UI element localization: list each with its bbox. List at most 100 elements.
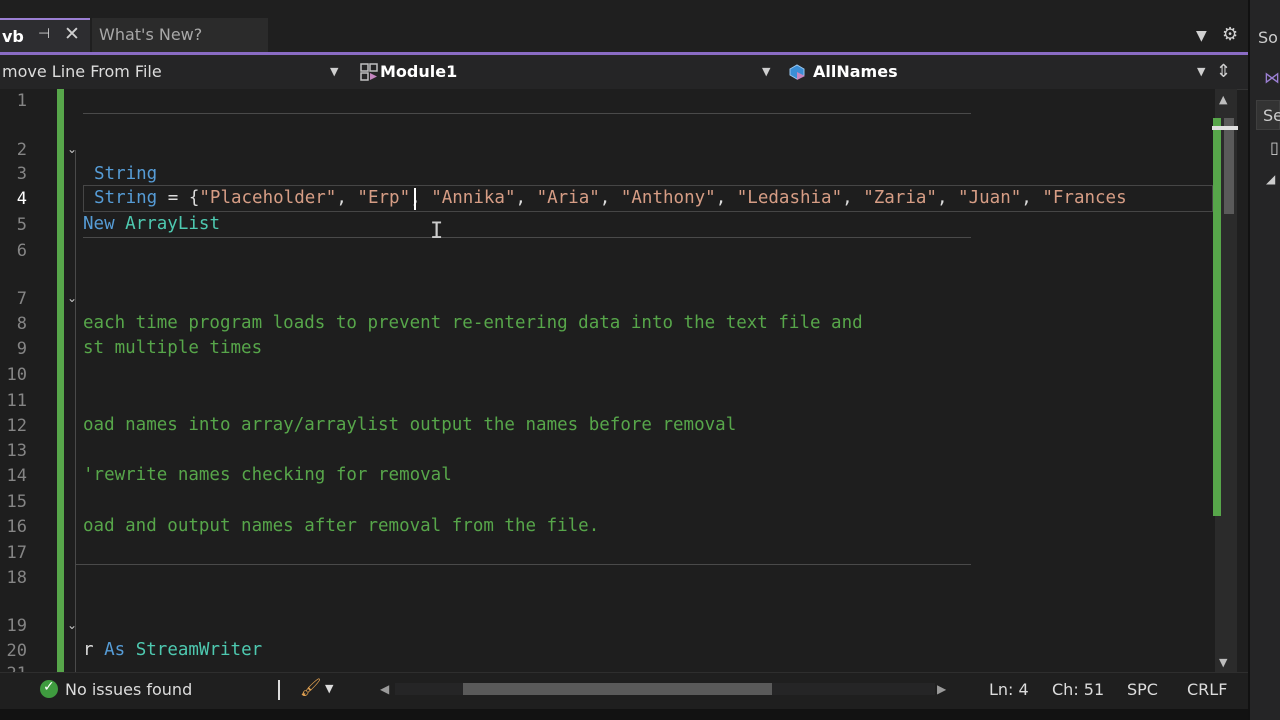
text-caret <box>414 188 416 210</box>
member-dropdown-label: AllNames <box>813 62 898 81</box>
chevron-down-icon: ▼ <box>1197 65 1206 78</box>
string-literal: "Placeholder" <box>199 188 337 208</box>
line-number: 16 <box>6 517 27 537</box>
comma: , <box>515 188 537 208</box>
member-dropdown[interactable]: AllNames ▼ <box>784 55 1212 89</box>
chevron-down-icon: ▼ <box>762 65 771 78</box>
string-literal: "Ledashia" <box>736 188 843 208</box>
line-number: 5 <box>16 215 27 235</box>
type-name: ArrayList <box>125 214 220 234</box>
code-line-5: New ArrayList <box>83 214 220 234</box>
line-number: 17 <box>6 543 27 563</box>
procedure-separator <box>83 113 971 114</box>
line-number: 18 <box>6 568 27 588</box>
tab-whats-new[interactable]: What's New? <box>92 18 268 52</box>
whitespace-indicator[interactable]: SPC <box>1127 680 1158 699</box>
line-number: 13 <box>6 441 27 461</box>
line-number: 20 <box>6 641 27 661</box>
new-keyword: New <box>83 214 115 234</box>
horizontal-scrollbar-thumb[interactable] <box>463 683 772 695</box>
string-literal: "Frances <box>1042 188 1127 208</box>
check-circle-icon[interactable]: ✓ <box>40 679 58 698</box>
line-number: 8 <box>16 314 27 334</box>
code-cleanup-brush-icon[interactable]: 🖌 <box>300 678 322 698</box>
expand-arrow-icon[interactable]: ◢ <box>1266 172 1275 186</box>
string-literal: "Erp" <box>357 188 411 208</box>
tab-module-vb[interactable]: vb ⊣ ✕ <box>0 18 90 52</box>
line-number: 14 <box>6 466 27 486</box>
status-divider <box>278 680 280 700</box>
string-literal: "Zaria" <box>863 188 937 208</box>
line-number: 12 <box>6 416 27 436</box>
fold-toggle-icon[interactable]: ⌄ <box>67 291 77 305</box>
code-comment: each time program loads to prevent re-en… <box>83 313 863 333</box>
module-icon <box>360 63 378 81</box>
line-indicator[interactable]: Ln: 4 <box>989 680 1029 699</box>
scroll-up-icon[interactable]: ▲ <box>1219 93 1227 106</box>
line-number: 2 <box>16 140 27 160</box>
fold-toggle-icon[interactable]: ⌄ <box>67 142 77 156</box>
line-ending-indicator[interactable]: CRLF <box>1187 680 1227 699</box>
type-name: StreamWriter <box>135 640 263 660</box>
line-number: 9 <box>16 339 27 359</box>
field-icon <box>789 64 805 80</box>
panel-search-input[interactable]: Se <box>1256 100 1280 130</box>
search-label: Se <box>1263 106 1280 125</box>
line-number-current: 4 <box>16 189 27 209</box>
line-number: 19 <box>6 616 27 636</box>
line-number: 1 <box>16 91 27 111</box>
code-comment: st multiple times <box>83 338 263 358</box>
tab-label: vb <box>2 27 24 46</box>
issues-status[interactable]: No issues found <box>65 680 192 699</box>
gear-icon[interactable]: ⚙ <box>1222 24 1238 45</box>
file-icon: ▯ <box>1270 138 1279 157</box>
string-literal: "Annika" <box>431 188 516 208</box>
line-number: 6 <box>16 241 27 261</box>
string-literal: "Juan" <box>958 188 1022 208</box>
code-comment: 'rewrite names checking for removal <box>83 465 452 485</box>
comma: , <box>715 188 737 208</box>
ibeam-cursor-icon: I <box>430 219 444 244</box>
vertical-scrollbar-thumb[interactable] <box>1224 118 1234 214</box>
module-dropdown[interactable]: Module1 ▼ <box>350 55 778 89</box>
project-dropdown-label: move Line From File <box>2 62 162 81</box>
comma: , <box>336 188 358 208</box>
comma: , <box>842 188 864 208</box>
scroll-down-icon[interactable]: ▼ <box>1219 656 1227 669</box>
type-keyword: String <box>94 188 158 208</box>
line-number: 10 <box>6 365 27 385</box>
string-literal: "Anthony" <box>620 188 716 208</box>
type-keyword: String <box>94 164 158 184</box>
fold-toggle-icon[interactable]: ⌄ <box>67 618 77 632</box>
panel-title: So <box>1258 28 1278 47</box>
line-number: 3 <box>16 164 27 184</box>
project-dropdown[interactable]: move Line From File ▼ <box>0 55 344 89</box>
tab-overflow-dropdown-icon[interactable]: ▼ <box>1196 28 1207 44</box>
split-window-icon[interactable]: ⇕ <box>1216 61 1231 82</box>
bottom-border <box>0 709 1248 720</box>
pin-icon[interactable]: ⊣ <box>38 26 50 42</box>
line-number: 7 <box>16 289 27 309</box>
as-keyword: As <box>104 640 126 660</box>
column-indicator[interactable]: Ch: 51 <box>1052 680 1104 699</box>
tab-label: What's New? <box>99 25 203 44</box>
string-literal: "Aria" <box>536 188 600 208</box>
code-comment: oad names into array/arraylist output th… <box>83 415 737 435</box>
scroll-left-icon[interactable]: ◀ <box>380 682 389 696</box>
code-line-20: r As StreamWriter <box>83 640 262 660</box>
code-editor[interactable] <box>0 89 1215 672</box>
chevron-down-icon: ▼ <box>330 65 339 78</box>
comma: , <box>599 188 621 208</box>
scroll-right-icon[interactable]: ▶ <box>937 682 946 696</box>
comma: , <box>936 188 959 208</box>
visual-studio-icon[interactable]: ⋈ <box>1264 68 1280 87</box>
comma: , <box>1021 188 1043 208</box>
assignment: = { <box>157 188 200 208</box>
code-line-4: String = {"Placeholder", "Erp", "Annika"… <box>94 188 1127 208</box>
scrollbar-caret-marker <box>1212 126 1238 130</box>
chevron-down-icon[interactable]: ▼ <box>325 682 333 695</box>
line-number: 11 <box>6 391 27 411</box>
close-icon[interactable]: ✕ <box>64 23 80 45</box>
procedure-separator <box>83 237 971 238</box>
navigation-bar: move Line From File ▼ Module1 ▼ AllNames… <box>0 55 1248 90</box>
